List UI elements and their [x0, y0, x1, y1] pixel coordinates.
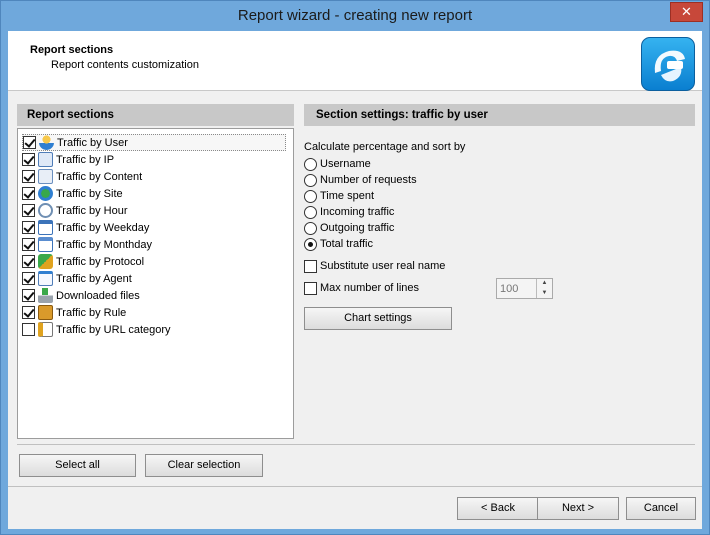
back-button[interactable]: < Back [457, 497, 539, 520]
checkbox[interactable] [23, 136, 36, 149]
list-item-label: Traffic by Agent [56, 272, 132, 285]
checkbox[interactable] [22, 238, 35, 251]
section-settings-panel: Calculate percentage and sort by Usernam… [304, 131, 695, 431]
checkbox[interactable] [22, 323, 35, 336]
list-item-traffic-by-user[interactable]: Traffic by User [22, 134, 286, 151]
radio-label: Total traffic [320, 238, 373, 250]
report-sections-list[interactable]: Traffic by User Traffic by IP Traffic by… [17, 128, 294, 439]
list-item-traffic-by-rule[interactable]: Traffic by Rule [22, 304, 286, 321]
list-item-traffic-by-content[interactable]: Traffic by Content [22, 168, 286, 185]
checkbox[interactable] [22, 306, 35, 319]
radio-label: Username [320, 158, 371, 170]
wizard-header: Report sections Report contents customiz… [8, 31, 702, 91]
list-item-downloaded-files[interactable]: Downloaded files [22, 287, 286, 304]
protocol-icon [38, 254, 53, 269]
list-item-traffic-by-site[interactable]: Traffic by Site [22, 185, 286, 202]
radio-label: Time spent [320, 190, 375, 202]
list-item-traffic-by-ip[interactable]: Traffic by IP [22, 151, 286, 168]
content-icon [38, 169, 53, 184]
window-title: Report wizard - creating new report [237, 7, 473, 24]
user-icon [39, 135, 54, 150]
max-lines-input[interactable] [497, 279, 537, 298]
rule-icon [38, 305, 53, 320]
stepper-down-icon[interactable]: ▼ [537, 289, 552, 298]
radio-label: Outgoing traffic [320, 222, 395, 234]
report-wizard-window: Report wizard - creating new report ✕ Re… [0, 0, 710, 535]
checkbox[interactable] [22, 170, 35, 183]
list-item-traffic-by-agent[interactable]: Traffic by Agent [22, 270, 286, 287]
radio-incoming-traffic[interactable]: Incoming traffic [304, 204, 394, 220]
radio-time-spent[interactable]: Time spent [304, 188, 374, 204]
substitute-real-name-option[interactable]: Substitute user real name [304, 258, 445, 274]
checkbox[interactable] [22, 187, 35, 200]
header-title: Report sections [30, 44, 114, 56]
window-agent-icon [38, 271, 53, 286]
section-settings-heading: Section settings: traffic by user [304, 104, 695, 126]
checkbox-label: Substitute user real name [320, 260, 446, 272]
calendar-monthday-icon [38, 237, 53, 252]
checkbox-label: Max number of lines [320, 282, 420, 294]
list-item-traffic-by-protocol[interactable]: Traffic by Protocol [22, 253, 286, 270]
list-item-label: Traffic by User [57, 136, 128, 149]
list-item-label: Traffic by Rule [56, 306, 127, 319]
max-lines-checkbox[interactable] [304, 281, 317, 295]
url-category-icon [38, 322, 53, 337]
radio-number-of-requests[interactable]: Number of requests [304, 172, 417, 188]
radio-label: Number of requests [320, 174, 417, 186]
max-lines-stepper[interactable]: ▲ ▼ [496, 278, 553, 299]
header-subtitle: Report contents customization [51, 59, 199, 71]
radio-username[interactable]: Username [304, 156, 371, 172]
list-item-label: Downloaded files [56, 289, 140, 302]
radio-button[interactable] [304, 237, 317, 251]
checkbox[interactable] [22, 153, 35, 166]
wizard-client-area: Report sections Report contents customiz… [8, 31, 702, 529]
checkbox[interactable] [22, 272, 35, 285]
select-all-button[interactable]: Select all [19, 454, 136, 477]
max-lines-option[interactable]: Max number of lines [304, 280, 419, 296]
list-item-label: Traffic by Hour [56, 204, 128, 217]
list-item-traffic-by-weekday[interactable]: Traffic by Weekday [22, 219, 286, 236]
sort-caption: Calculate percentage and sort by [304, 141, 466, 153]
report-sections-heading: Report sections [17, 104, 294, 126]
list-item-traffic-by-hour[interactable]: Traffic by Hour [22, 202, 286, 219]
ip-icon [38, 152, 53, 167]
chart-settings-button[interactable]: Chart settings [304, 307, 452, 330]
list-item-traffic-by-url-category[interactable]: Traffic by URL category [22, 321, 286, 338]
radio-label: Incoming traffic [320, 206, 395, 218]
footer-divider [8, 486, 702, 487]
list-item-label: Traffic by Site [56, 187, 123, 200]
checkbox[interactable] [22, 255, 35, 268]
radio-button[interactable] [304, 157, 317, 171]
radio-button[interactable] [304, 221, 317, 235]
close-button[interactable]: ✕ [670, 2, 703, 22]
clear-selection-button[interactable]: Clear selection [145, 454, 263, 477]
title-bar: Report wizard - creating new report ✕ [1, 1, 709, 31]
calendar-weekday-icon [38, 220, 53, 235]
radio-button[interactable] [304, 173, 317, 187]
radio-total-traffic[interactable]: Total traffic [304, 236, 373, 252]
list-item-label: Traffic by URL category [56, 323, 171, 336]
radio-button[interactable] [304, 189, 317, 203]
list-item-label: Traffic by IP [56, 153, 115, 166]
cancel-button[interactable]: Cancel [626, 497, 696, 520]
checkbox[interactable] [22, 289, 35, 302]
list-item-label: Traffic by Monthday [56, 238, 152, 251]
checkbox[interactable] [22, 204, 35, 217]
clock-icon [38, 203, 53, 218]
next-button[interactable]: Next > [537, 497, 619, 520]
divider [17, 444, 695, 445]
checkbox[interactable] [22, 221, 35, 234]
list-item-label: Traffic by Content [56, 170, 143, 183]
radio-outgoing-traffic[interactable]: Outgoing traffic [304, 220, 394, 236]
list-item-traffic-by-monthday[interactable]: Traffic by Monthday [22, 236, 286, 253]
download-icon [38, 288, 53, 303]
stepper-up-icon[interactable]: ▲ [537, 279, 552, 288]
radio-button[interactable] [304, 205, 317, 219]
globe-icon [38, 186, 53, 201]
app-logo-icon [641, 37, 695, 91]
list-item-label: Traffic by Weekday [56, 221, 150, 234]
substitute-real-name-checkbox[interactable] [304, 259, 317, 273]
stepper-arrows: ▲ ▼ [536, 279, 552, 298]
list-item-label: Traffic by Protocol [56, 255, 145, 268]
